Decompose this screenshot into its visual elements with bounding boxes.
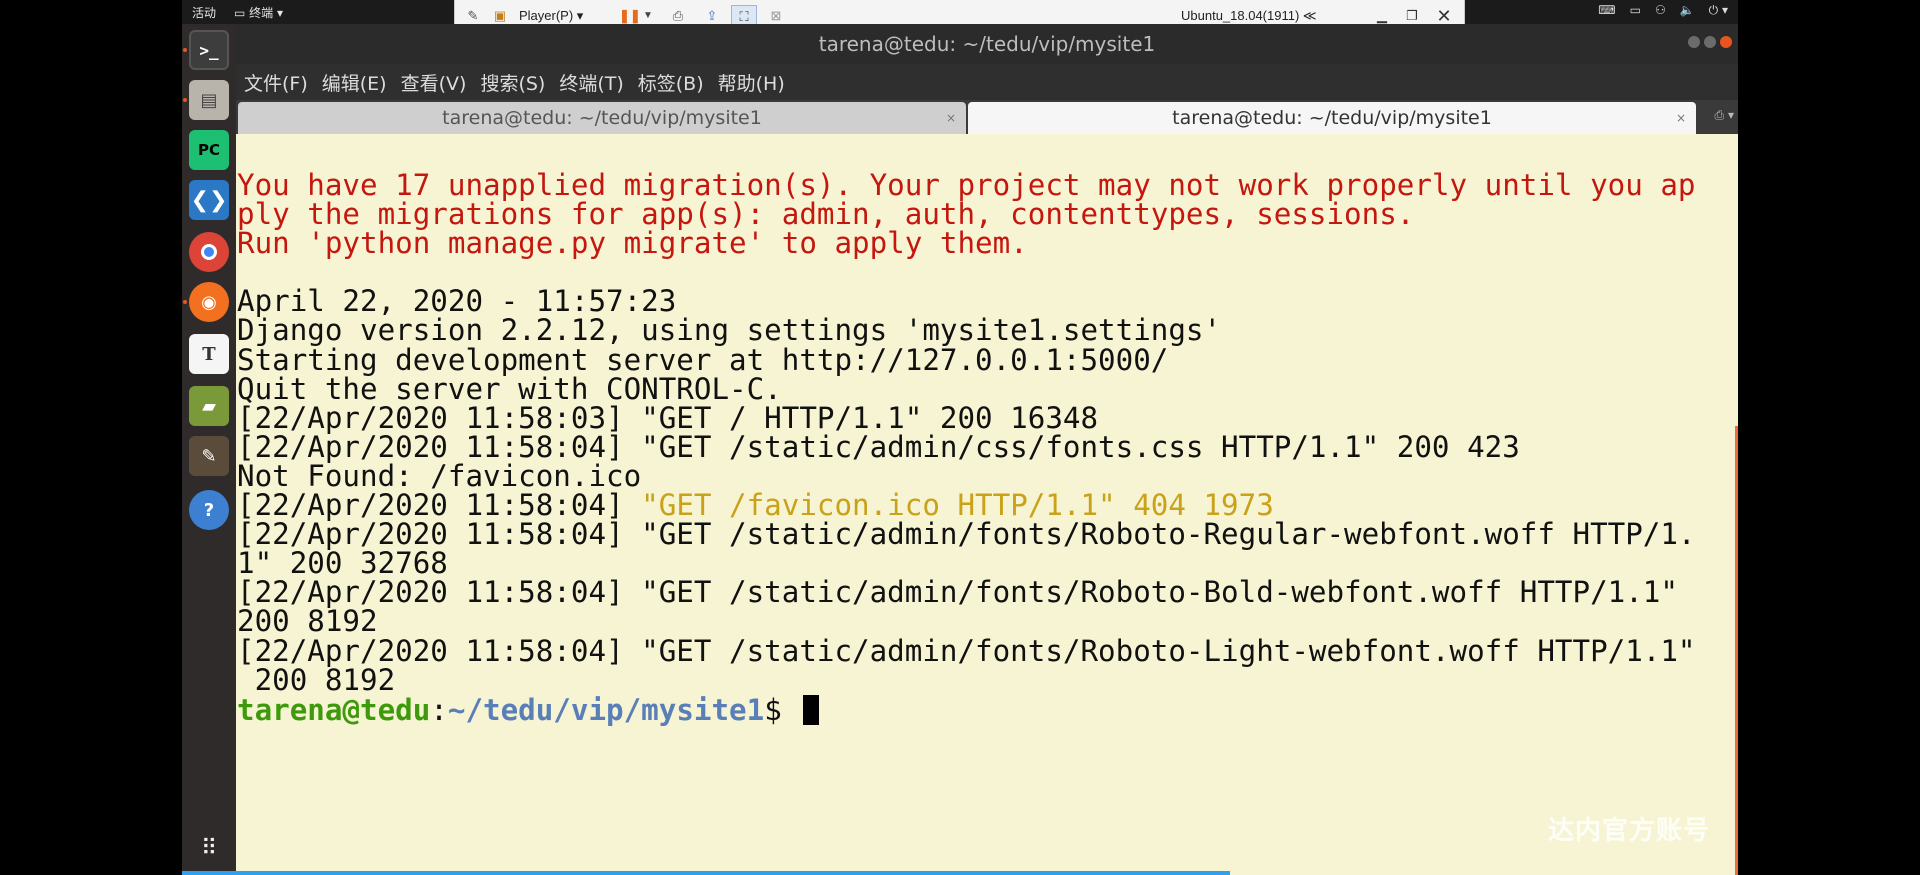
menu-terminal[interactable]: 终端(T) [557,69,625,96]
player-menu-label: Player(P) [519,8,574,23]
active-indicator [183,300,187,304]
window-title-bar[interactable]: tarena@tedu: ~/tedu/vip/mysite1 [236,24,1738,64]
collapse-toolbar-button[interactable]: ≪ [1303,8,1317,23]
show-applications-icon[interactable]: ⠿ [194,834,224,864]
keyboard-icon[interactable]: ⌨ [1598,3,1615,18]
active-indicator [183,48,187,52]
prompt-user: tarena@tedu [237,692,431,727]
vscode-icon[interactable]: ❮❯ [189,180,229,220]
launcher-dock: >_ ▤ PC ❮❯ ◉ T ▰ ✎ ? ⠿ [182,24,236,875]
active-indicator [183,98,187,102]
menu-search[interactable]: 搜索(S) [478,69,547,96]
terminal-text: You have 17 unapplied migration(s). Your… [237,170,1696,727]
book-icon[interactable]: ▰ [189,386,229,426]
firefox-icon[interactable]: ◉ [189,282,229,322]
tab-label: tarena@tedu: ~/tedu/vip/mysite1 [1172,107,1492,129]
volume-icon[interactable]: 🔈 [1680,3,1695,18]
scrollbar[interactable] [1735,426,1738,875]
text-cursor [803,694,820,725]
text-editor-icon[interactable]: T [189,334,229,374]
vm-name-label: Ubuntu_18.04(1911) [1181,8,1300,23]
watermark-text: 达内官方账号 [1547,816,1710,846]
app-menu[interactable]: ▭ 终端 ▾ [234,4,283,21]
maximize-icon[interactable] [1704,36,1716,48]
terminal-output[interactable]: You have 17 unapplied migration(s). Your… [236,134,1738,875]
menu-file[interactable]: 文件(F) [242,69,310,96]
network-icon[interactable]: ⚇ [1655,3,1666,18]
tab-close-icon[interactable]: × [946,102,956,134]
output-line: [22/Apr/2020 11:58:04] "GET /static/admi… [237,517,1696,552]
tab-label: tarena@tedu: ~/tedu/vip/mysite1 [442,107,762,129]
tab-menu-icon[interactable]: ⎙ ▾ [1715,108,1734,123]
menu-help[interactable]: 帮助(H) [716,69,787,96]
prompt-separator: : [430,692,448,727]
display-icon[interactable]: ▭ [1630,3,1641,18]
menu-edit[interactable]: 编辑(E) [320,69,389,96]
menu-tabs[interactable]: 标签(B) [636,69,706,96]
window-title: tarena@tedu: ~/tedu/vip/mysite1 [818,32,1156,56]
app-menu-label: 终端 [249,6,274,20]
close-icon[interactable] [1720,36,1732,48]
tab-terminal-2[interactable]: tarena@tedu: ~/tedu/vip/mysite1 × [968,102,1696,134]
menu-view[interactable]: 查看(V) [399,69,469,96]
output-line: [22/Apr/2020 11:58:04] "GET /static/admi… [237,633,1696,668]
chrome-icon[interactable] [189,232,229,272]
tab-close-icon[interactable]: × [1676,102,1686,134]
tab-bar: tarena@tedu: ~/tedu/vip/mysite1 × tarena… [236,100,1738,134]
terminal-icon[interactable]: >_ [189,30,229,70]
system-tray[interactable]: ⌨ ▭ ⚇ 🔈 ⏻ ▾ [1598,3,1728,18]
tab-terminal-1[interactable]: tarena@tedu: ~/tedu/vip/mysite1 × [238,102,966,134]
prompt-symbol: $ [764,692,800,727]
activities-button[interactable]: 活动 [192,4,216,21]
output-line: [22/Apr/2020 11:58:04] "GET /static/admi… [237,575,1678,610]
menu-bar: 文件(F) 编辑(E) 查看(V) 搜索(S) 终端(T) 标签(B) 帮助(H… [236,64,1738,100]
video-progress-bar[interactable] [182,871,1230,875]
paint-icon[interactable]: ✎ [189,436,229,476]
prompt-path: ~/tedu/vip/mysite1 [447,692,765,727]
warning-line: Run 'python manage.py migrate' to apply … [237,226,1028,261]
window-controls [1688,36,1732,48]
minimize-icon[interactable] [1688,36,1700,48]
power-icon[interactable]: ⏻ ▾ [1709,3,1728,18]
help-icon[interactable]: ? [189,490,229,530]
pycharm-icon[interactable]: PC [189,130,229,170]
files-icon[interactable]: ▤ [189,80,229,120]
output-line: 200 8192 [237,662,396,697]
